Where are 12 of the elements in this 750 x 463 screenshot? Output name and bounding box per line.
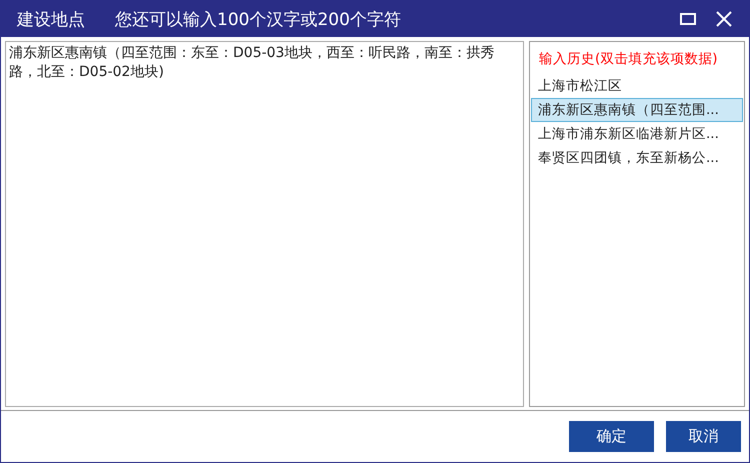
confirm-button[interactable]: 确定 bbox=[569, 421, 654, 452]
cancel-button[interactable]: 取消 bbox=[666, 421, 741, 452]
history-item[interactable]: 浦东新区惠南镇（四至范围... bbox=[531, 98, 743, 122]
maximize-icon[interactable] bbox=[679, 10, 697, 28]
address-text-area[interactable]: 浦东新区惠南镇（四至范围：东至：D05-03地块，西至：听民路，南至：拱秀路，北至：D05-02地块) bbox=[5, 41, 524, 407]
input-limit-hint: 您还可以输入100个汉字或200个字符 bbox=[115, 8, 401, 30]
history-item[interactable]: 上海市浦东新区临港新片区... bbox=[531, 122, 743, 146]
window-title: 建设地点 bbox=[17, 8, 85, 30]
close-icon[interactable] bbox=[715, 10, 733, 28]
history-item[interactable]: 上海市松江区 bbox=[531, 74, 743, 98]
history-title: 输入历史(双击填充该项数据) bbox=[538, 50, 719, 69]
history-item[interactable]: 奉贤区四团镇，东至新杨公... bbox=[531, 146, 743, 170]
